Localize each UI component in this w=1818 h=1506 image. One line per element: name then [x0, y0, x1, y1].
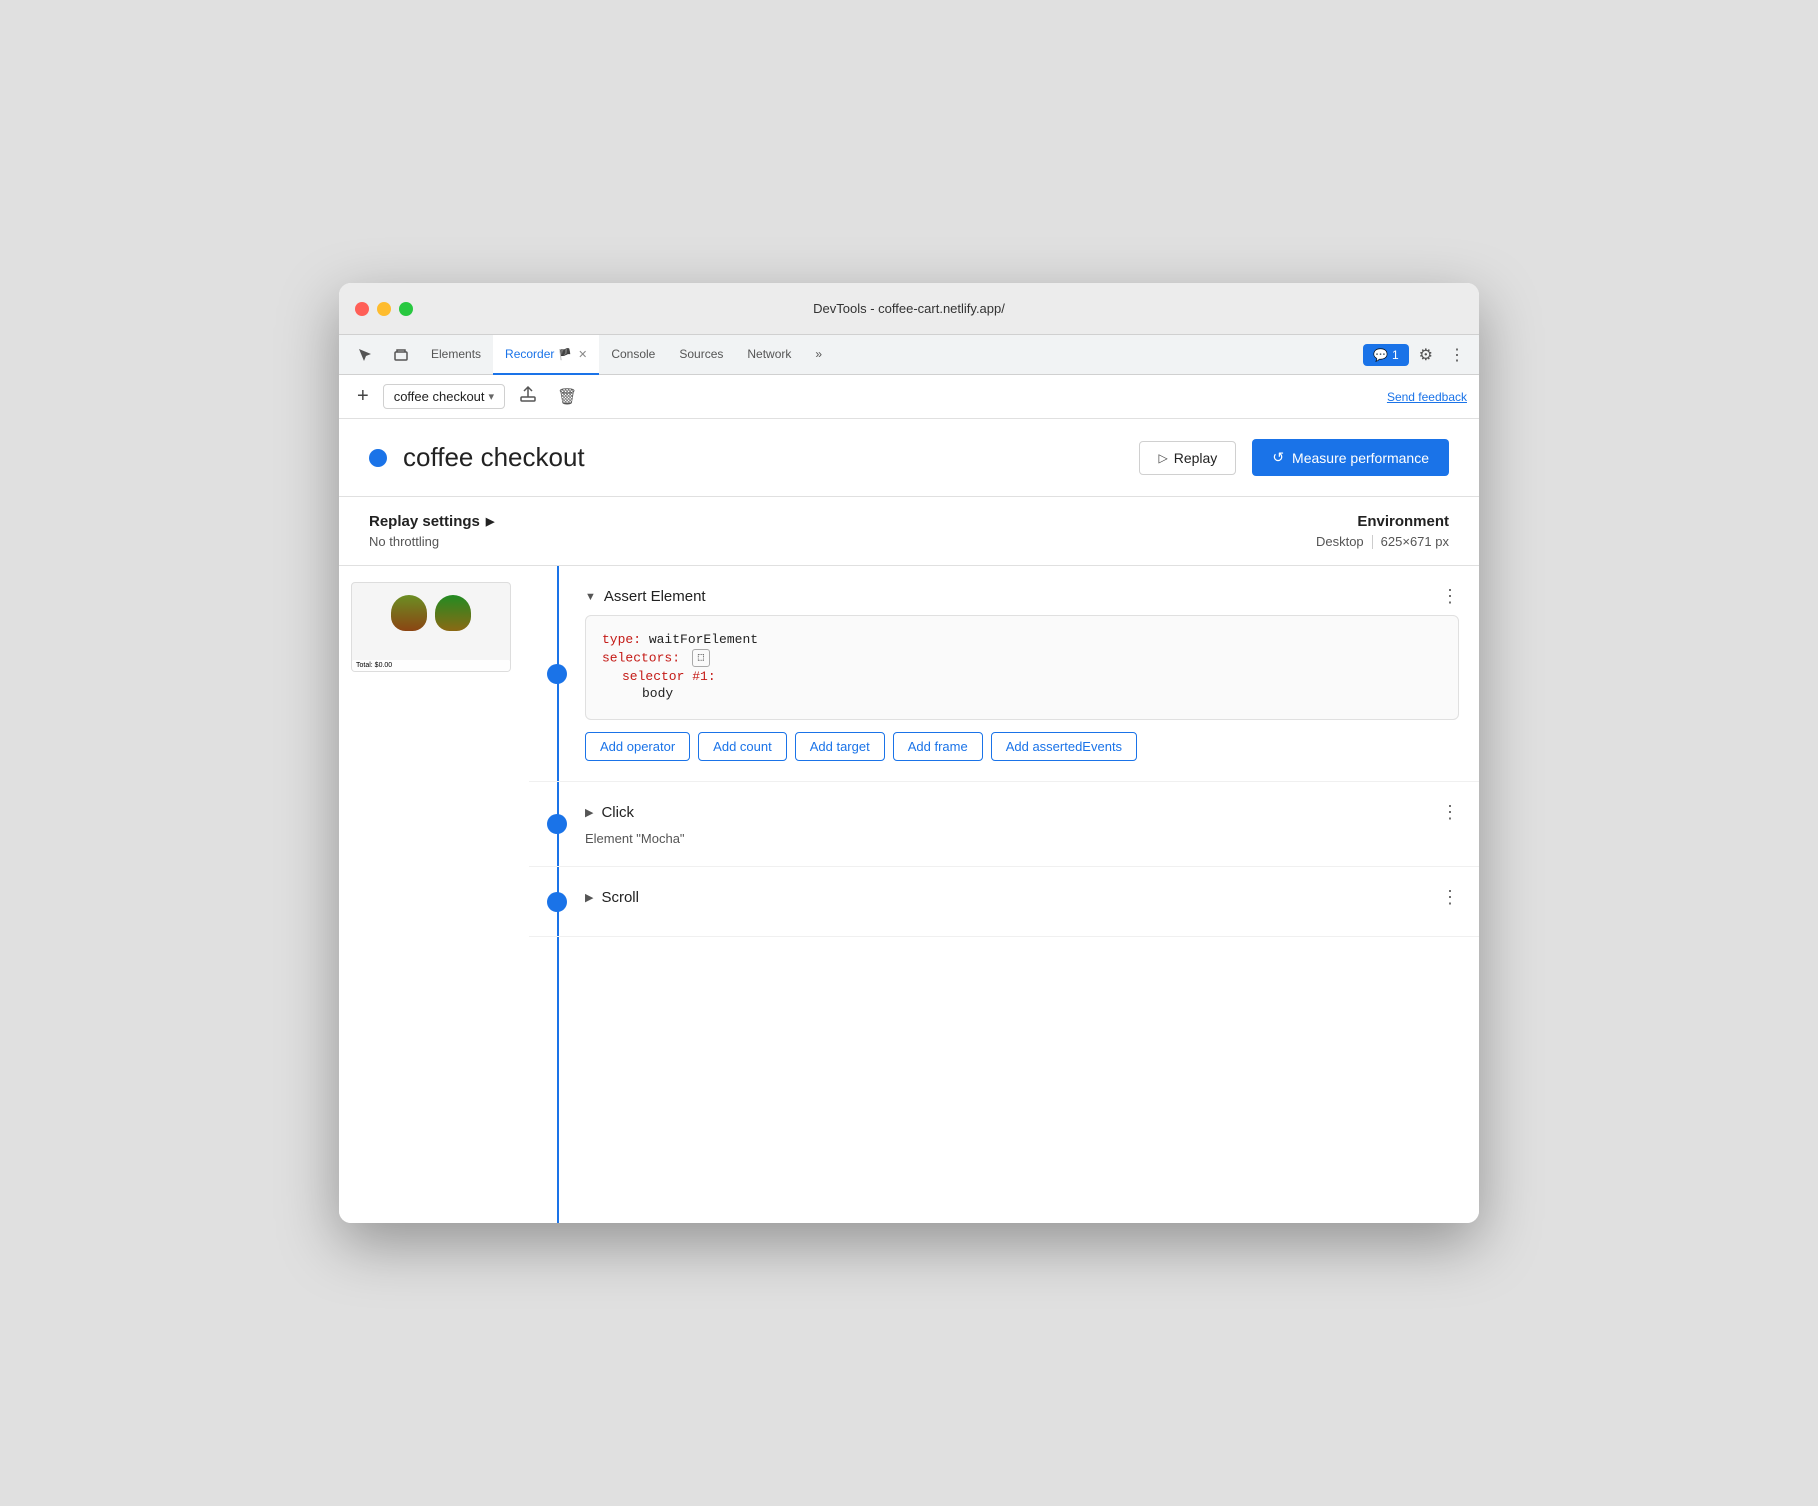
step-1-actions: Add operator Add count Add target Add fr…: [585, 732, 1459, 761]
recording-header: coffee checkout ▷ Replay ↺ Measure perfo…: [339, 419, 1479, 497]
screenshot-panel: Total: $0.00: [339, 566, 529, 1223]
step-1-collapse-icon[interactable]: ▼: [585, 591, 596, 603]
step-1-more-icon[interactable]: ⋮: [1441, 586, 1459, 607]
minimize-button[interactable]: [377, 302, 391, 316]
window-title: DevTools - coffee-cart.netlify.app/: [813, 301, 1005, 316]
step-3-expand-icon[interactable]: ▶: [585, 891, 593, 904]
step-2-subtitle: Element "Mocha": [585, 831, 1459, 846]
replay-settings-bar: Replay settings ▶ No throttling Environm…: [339, 497, 1479, 566]
devtools-window: DevTools - coffee-cart.netlify.app/ Elem…: [339, 283, 1479, 1223]
tab-network[interactable]: Network: [735, 335, 803, 375]
environment-label: Environment: [1357, 513, 1449, 530]
title-bar: DevTools - coffee-cart.netlify.app/: [339, 283, 1479, 335]
step-1-title: Assert Element: [604, 588, 706, 605]
step-1-code: type: waitForElement selectors: ⬚ select…: [585, 615, 1459, 720]
maximize-button[interactable]: [399, 302, 413, 316]
traffic-lights: [355, 302, 413, 316]
measure-performance-button[interactable]: ↺ Measure performance: [1252, 439, 1449, 476]
chat-icon: 💬: [1373, 348, 1388, 362]
type-key: type:: [602, 632, 641, 647]
send-feedback-link[interactable]: Send feedback: [1387, 390, 1467, 404]
tab-close-icon[interactable]: ✕: [578, 348, 587, 361]
main-content: coffee checkout ▷ Replay ↺ Measure perfo…: [339, 419, 1479, 1223]
devtools-tab-bar: Elements Recorder 🏴 ✕ Console Sources Ne…: [339, 335, 1479, 375]
step-3-more-icon[interactable]: ⋮: [1441, 887, 1459, 908]
step-3-header: ▶ Scroll ⋮: [585, 887, 1459, 908]
add-frame-button[interactable]: Add frame: [893, 732, 983, 761]
replay-button[interactable]: ▷ Replay: [1139, 441, 1236, 475]
selector-picker-icon[interactable]: ⬚: [692, 649, 710, 667]
devtools-right-icons: 💬 1 ⚙ ⋮: [1363, 335, 1479, 374]
replay-settings-left: Replay settings ▶ No throttling: [369, 513, 494, 549]
recorder-flag-icon: 🏴: [558, 348, 572, 361]
environment-value: Desktop 625×671 px: [1316, 534, 1449, 549]
step-2-more-icon[interactable]: ⋮: [1441, 802, 1459, 823]
step-3-title: Scroll: [601, 889, 639, 906]
settings-icon[interactable]: ⚙: [1413, 341, 1439, 369]
throttle-value: No throttling: [369, 534, 494, 549]
step-2-title: Click: [601, 804, 634, 821]
delete-button[interactable]: 🗑: [551, 383, 583, 411]
coffee-cup-2: [435, 595, 471, 631]
selector1-val: body: [642, 686, 673, 701]
tab-elements[interactable]: Elements: [419, 335, 493, 375]
tab-more[interactable]: »: [803, 335, 834, 375]
layers-icon-btn[interactable]: [383, 335, 419, 374]
coffee-cup-1: [391, 595, 427, 631]
measure-icon: ↺: [1272, 449, 1284, 466]
steps-area: Total: $0.00 ▼ Assert Element ⋮: [339, 566, 1479, 1223]
recording-indicator: [369, 449, 387, 467]
replay-settings-toggle[interactable]: Replay settings ▶: [369, 513, 494, 530]
play-icon: ▷: [1158, 451, 1167, 465]
tab-sources[interactable]: Sources: [667, 335, 735, 375]
add-operator-button[interactable]: Add operator: [585, 732, 690, 761]
step-click: ▶ Click ⋮ Element "Mocha": [529, 782, 1479, 867]
selectors-key: selectors:: [602, 650, 680, 665]
recording-name: coffee checkout: [394, 389, 485, 404]
coffee-total-badge: Total: $0.00: [352, 660, 510, 671]
divider: [1372, 535, 1373, 549]
add-recording-button[interactable]: +: [351, 385, 375, 408]
recorder-toolbar: + coffee checkout ▾ 🗑 Send feedback: [339, 375, 1479, 419]
export-button[interactable]: [513, 381, 543, 412]
chevron-down-icon: ▾: [489, 390, 495, 403]
selector1-key: selector #1:: [622, 669, 716, 684]
tab-recorder[interactable]: Recorder 🏴 ✕: [493, 335, 599, 375]
step-dot-1: [547, 664, 567, 684]
arrow-right-icon: ▶: [486, 515, 494, 528]
close-button[interactable]: [355, 302, 369, 316]
type-val: waitForElement: [649, 632, 758, 647]
step-assert-element: ▼ Assert Element ⋮ type: waitForElement …: [529, 566, 1479, 782]
step-dot-2: [547, 814, 567, 834]
screenshot-thumbnail[interactable]: Total: $0.00: [351, 582, 511, 672]
environment-info: Environment Desktop 625×671 px: [1316, 513, 1449, 549]
add-asserted-events-button[interactable]: Add assertedEvents: [991, 732, 1137, 761]
tab-console[interactable]: Console: [599, 335, 667, 375]
step-dot-3: [547, 892, 567, 912]
step-2-expand-icon[interactable]: ▶: [585, 806, 593, 819]
cursor-icon-btn[interactable]: [347, 335, 383, 374]
more-options-icon[interactable]: ⋮: [1443, 341, 1471, 369]
add-count-button[interactable]: Add count: [698, 732, 787, 761]
chat-button[interactable]: 💬 1: [1363, 344, 1409, 366]
step-2-header: ▶ Click ⋮: [585, 802, 1459, 823]
add-target-button[interactable]: Add target: [795, 732, 885, 761]
step-scroll: ▶ Scroll ⋮: [529, 867, 1479, 937]
recording-selector-dropdown[interactable]: coffee checkout ▾: [383, 384, 505, 409]
step-1-header: ▼ Assert Element ⋮: [585, 586, 1459, 607]
steps-panel: ▼ Assert Element ⋮ type: waitForElement …: [529, 566, 1479, 1223]
recording-title: coffee checkout: [403, 442, 1123, 473]
